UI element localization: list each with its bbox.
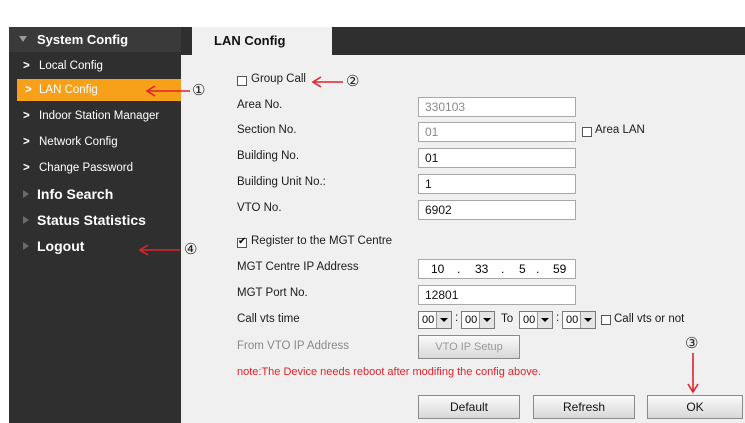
annotation-marker-1: ① <box>192 81 206 99</box>
annotation-marker-2: ② <box>346 72 360 90</box>
annotation-arrows <box>138 76 699 394</box>
annotation-marker-4: ④ <box>184 240 198 258</box>
annotation-marker-3: ③ <box>685 334 699 352</box>
